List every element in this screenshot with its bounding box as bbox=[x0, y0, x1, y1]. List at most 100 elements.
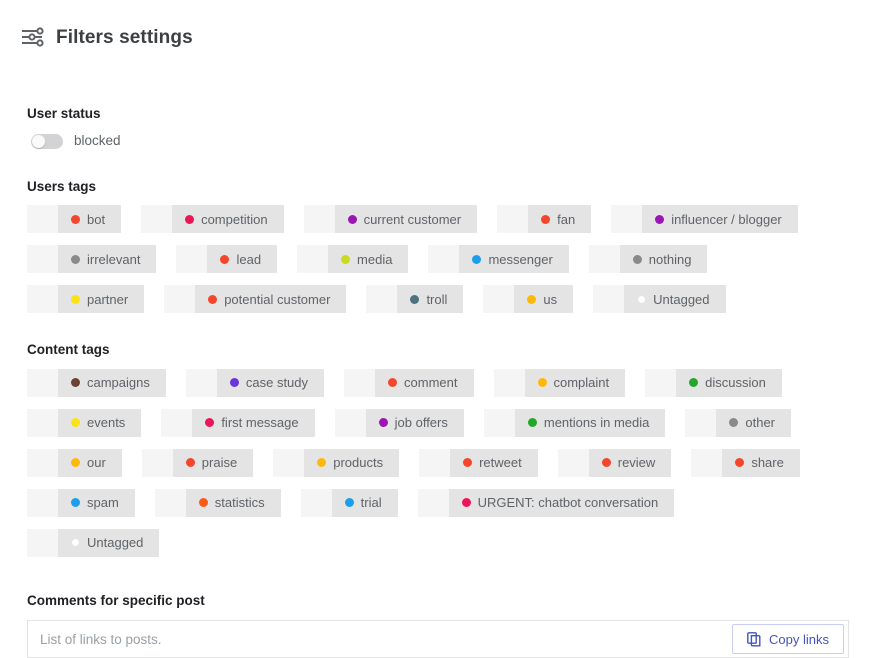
tag-body[interactable]: products bbox=[304, 449, 399, 477]
tag-checkbox[interactable] bbox=[141, 205, 172, 233]
tag-body[interactable]: us bbox=[514, 285, 573, 313]
tag-body[interactable]: other bbox=[716, 409, 791, 437]
tag-checkbox[interactable] bbox=[27, 245, 58, 273]
tag-body[interactable]: praise bbox=[173, 449, 253, 477]
tag-body[interactable]: Untagged bbox=[624, 285, 725, 313]
tag-body[interactable]: events bbox=[58, 409, 141, 437]
tag-share[interactable]: share bbox=[691, 449, 800, 477]
tag-complaint[interactable]: complaint bbox=[494, 369, 626, 397]
tag-checkbox[interactable] bbox=[27, 449, 58, 477]
tag-events[interactable]: events bbox=[27, 409, 141, 437]
tag-body[interactable]: partner bbox=[58, 285, 144, 313]
tag-body[interactable]: irrelevant bbox=[58, 245, 156, 273]
tag-untagged[interactable]: Untagged bbox=[27, 529, 159, 557]
tag-spam[interactable]: spam bbox=[27, 489, 135, 517]
tag-untagged[interactable]: Untagged bbox=[593, 285, 725, 313]
tag-checkbox[interactable] bbox=[27, 285, 58, 313]
tag-checkbox[interactable] bbox=[593, 285, 624, 313]
tag-troll[interactable]: troll bbox=[366, 285, 463, 313]
tag-checkbox[interactable] bbox=[27, 205, 58, 233]
tag-checkbox[interactable] bbox=[335, 409, 366, 437]
tag-trial[interactable]: trial bbox=[301, 489, 398, 517]
tag-checkbox[interactable] bbox=[273, 449, 304, 477]
tag-mentions-in-media[interactable]: mentions in media bbox=[484, 409, 666, 437]
links-input[interactable] bbox=[28, 621, 848, 657]
tag-body[interactable]: review bbox=[589, 449, 672, 477]
tag-checkbox[interactable] bbox=[418, 489, 449, 517]
tag-fan[interactable]: fan bbox=[497, 205, 591, 233]
tag-us[interactable]: us bbox=[483, 285, 573, 313]
tag-body[interactable]: messenger bbox=[459, 245, 568, 273]
tag-checkbox[interactable] bbox=[685, 409, 716, 437]
tag-checkbox[interactable] bbox=[186, 369, 217, 397]
blocked-toggle-row[interactable]: blocked bbox=[31, 134, 876, 149]
tag-body[interactable]: media bbox=[328, 245, 408, 273]
tag-body[interactable]: lead bbox=[207, 245, 277, 273]
tag-discussion[interactable]: discussion bbox=[645, 369, 782, 397]
tag-body[interactable]: influencer / blogger bbox=[642, 205, 798, 233]
tag-potential-customer[interactable]: potential customer bbox=[164, 285, 346, 313]
tag-checkbox[interactable] bbox=[301, 489, 332, 517]
tag-first-message[interactable]: first message bbox=[161, 409, 314, 437]
tag-checkbox[interactable] bbox=[27, 369, 58, 397]
blocked-toggle[interactable] bbox=[31, 134, 63, 149]
tag-body[interactable]: potential customer bbox=[195, 285, 346, 313]
tag-body[interactable]: our bbox=[58, 449, 122, 477]
tag-body[interactable]: share bbox=[722, 449, 800, 477]
tag-body[interactable]: nothing bbox=[620, 245, 708, 273]
tag-checkbox[interactable] bbox=[691, 449, 722, 477]
tag-checkbox[interactable] bbox=[164, 285, 195, 313]
copy-links-button[interactable]: Copy links bbox=[732, 624, 844, 654]
tag-checkbox[interactable] bbox=[142, 449, 173, 477]
tag-checkbox[interactable] bbox=[297, 245, 328, 273]
tag-body[interactable]: trial bbox=[332, 489, 398, 517]
tag-irrelevant[interactable]: irrelevant bbox=[27, 245, 156, 273]
tag-partner[interactable]: partner bbox=[27, 285, 144, 313]
tag-checkbox[interactable] bbox=[558, 449, 589, 477]
tag-body[interactable]: URGENT: chatbot conversation bbox=[449, 489, 675, 517]
tag-media[interactable]: media bbox=[297, 245, 408, 273]
tag-lead[interactable]: lead bbox=[176, 245, 277, 273]
tag-checkbox[interactable] bbox=[161, 409, 192, 437]
tag-checkbox[interactable] bbox=[483, 285, 514, 313]
tag-checkbox[interactable] bbox=[484, 409, 515, 437]
tag-comment[interactable]: comment bbox=[344, 369, 473, 397]
tag-checkbox[interactable] bbox=[589, 245, 620, 273]
tag-body[interactable]: comment bbox=[375, 369, 473, 397]
tag-retweet[interactable]: retweet bbox=[419, 449, 538, 477]
tag-body[interactable]: Untagged bbox=[58, 529, 159, 557]
tag-checkbox[interactable] bbox=[176, 245, 207, 273]
tag-body[interactable]: spam bbox=[58, 489, 135, 517]
tag-body[interactable]: competition bbox=[172, 205, 283, 233]
tag-body[interactable]: fan bbox=[528, 205, 591, 233]
tag-body[interactable]: troll bbox=[397, 285, 463, 313]
tag-competition[interactable]: competition bbox=[141, 205, 283, 233]
tag-case-study[interactable]: case study bbox=[186, 369, 324, 397]
tag-checkbox[interactable] bbox=[497, 205, 528, 233]
tag-body[interactable]: statistics bbox=[186, 489, 281, 517]
tag-checkbox[interactable] bbox=[155, 489, 186, 517]
tag-statistics[interactable]: statistics bbox=[155, 489, 281, 517]
tag-checkbox[interactable] bbox=[366, 285, 397, 313]
tag-body[interactable]: job offers bbox=[366, 409, 464, 437]
tag-review[interactable]: review bbox=[558, 449, 672, 477]
tag-checkbox[interactable] bbox=[494, 369, 525, 397]
tag-messenger[interactable]: messenger bbox=[428, 245, 568, 273]
tag-bot[interactable]: bot bbox=[27, 205, 121, 233]
tag-checkbox[interactable] bbox=[428, 245, 459, 273]
tag-body[interactable]: current customer bbox=[335, 205, 478, 233]
tag-current-customer[interactable]: current customer bbox=[304, 205, 478, 233]
tag-job-offers[interactable]: job offers bbox=[335, 409, 464, 437]
tag-body[interactable]: retweet bbox=[450, 449, 538, 477]
tag-checkbox[interactable] bbox=[27, 529, 58, 557]
tag-body[interactable]: case study bbox=[217, 369, 324, 397]
tag-body[interactable]: discussion bbox=[676, 369, 782, 397]
tag-body[interactable]: mentions in media bbox=[515, 409, 666, 437]
tag-campaigns[interactable]: campaigns bbox=[27, 369, 166, 397]
tag-body[interactable]: campaigns bbox=[58, 369, 166, 397]
tag-checkbox[interactable] bbox=[645, 369, 676, 397]
tag-body[interactable]: complaint bbox=[525, 369, 626, 397]
tag-other[interactable]: other bbox=[685, 409, 791, 437]
tag-checkbox[interactable] bbox=[611, 205, 642, 233]
tag-checkbox[interactable] bbox=[419, 449, 450, 477]
